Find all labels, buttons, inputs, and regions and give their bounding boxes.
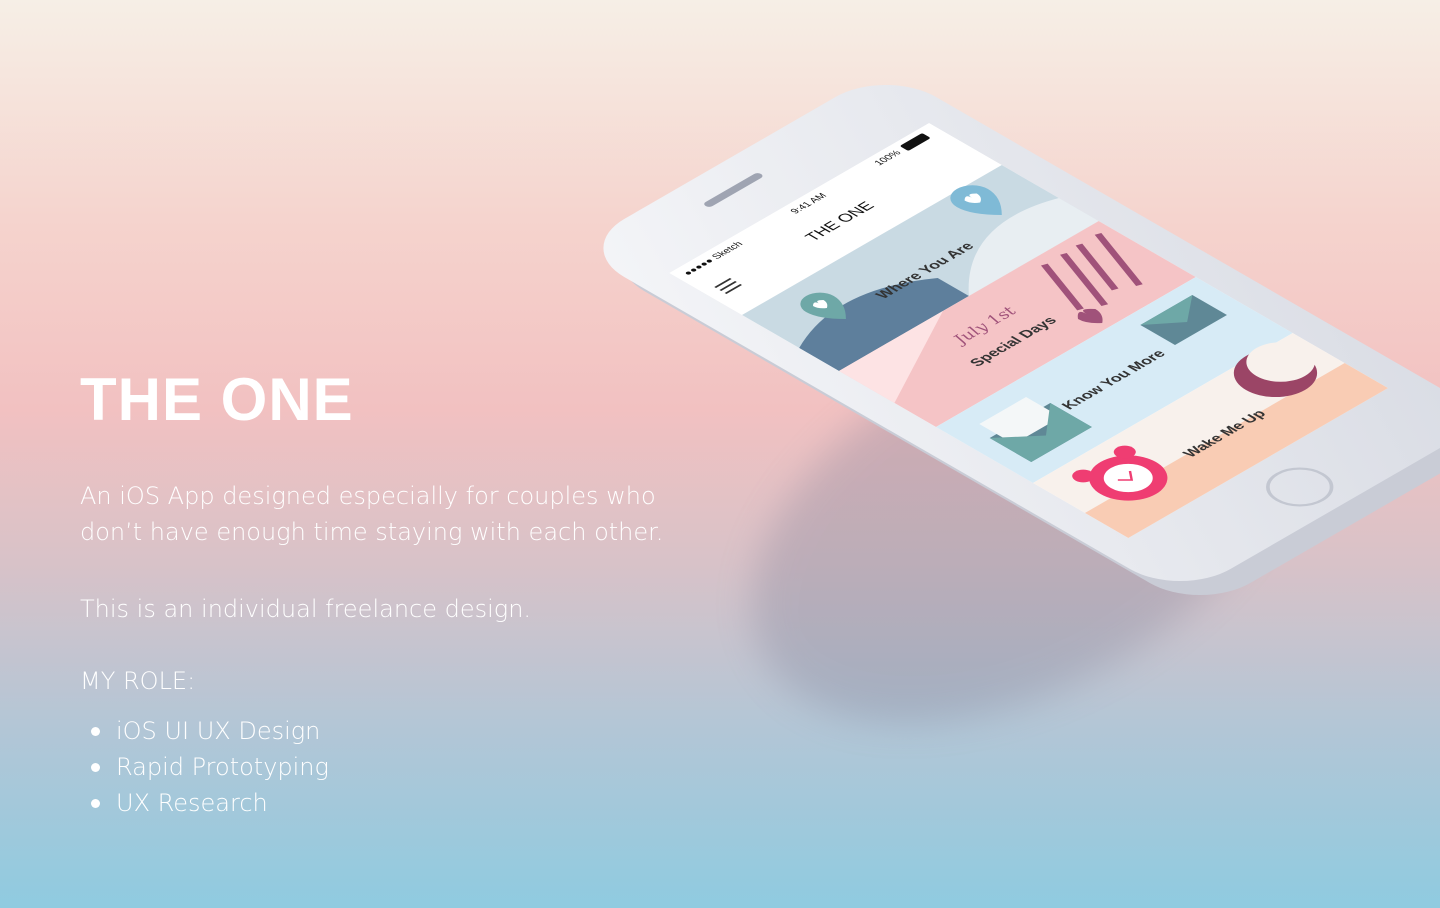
role-label: iOS UI UX Design	[116, 717, 321, 745]
bullet-icon	[91, 798, 100, 808]
project-intro: THE ONE An iOS App designed especially f…	[80, 364, 720, 821]
project-description: An iOS App designed especially for coupl…	[80, 482, 664, 546]
role-item: iOS UI UX Design	[80, 713, 720, 749]
role-label: UX Research	[116, 789, 268, 817]
project-title: THE ONE	[80, 366, 354, 433]
bullet-icon	[91, 762, 100, 772]
role-item: UX Research	[80, 785, 720, 821]
role-label: Rapid Prototyping	[116, 753, 329, 781]
role-list: iOS UI UX Design Rapid Prototyping UX Re…	[80, 713, 720, 821]
bullet-icon	[91, 726, 100, 736]
project-note: This is an individual freelance design.	[80, 595, 532, 623]
role-item: Rapid Prototyping	[80, 749, 720, 785]
role-heading: MY ROLE:	[80, 667, 196, 695]
